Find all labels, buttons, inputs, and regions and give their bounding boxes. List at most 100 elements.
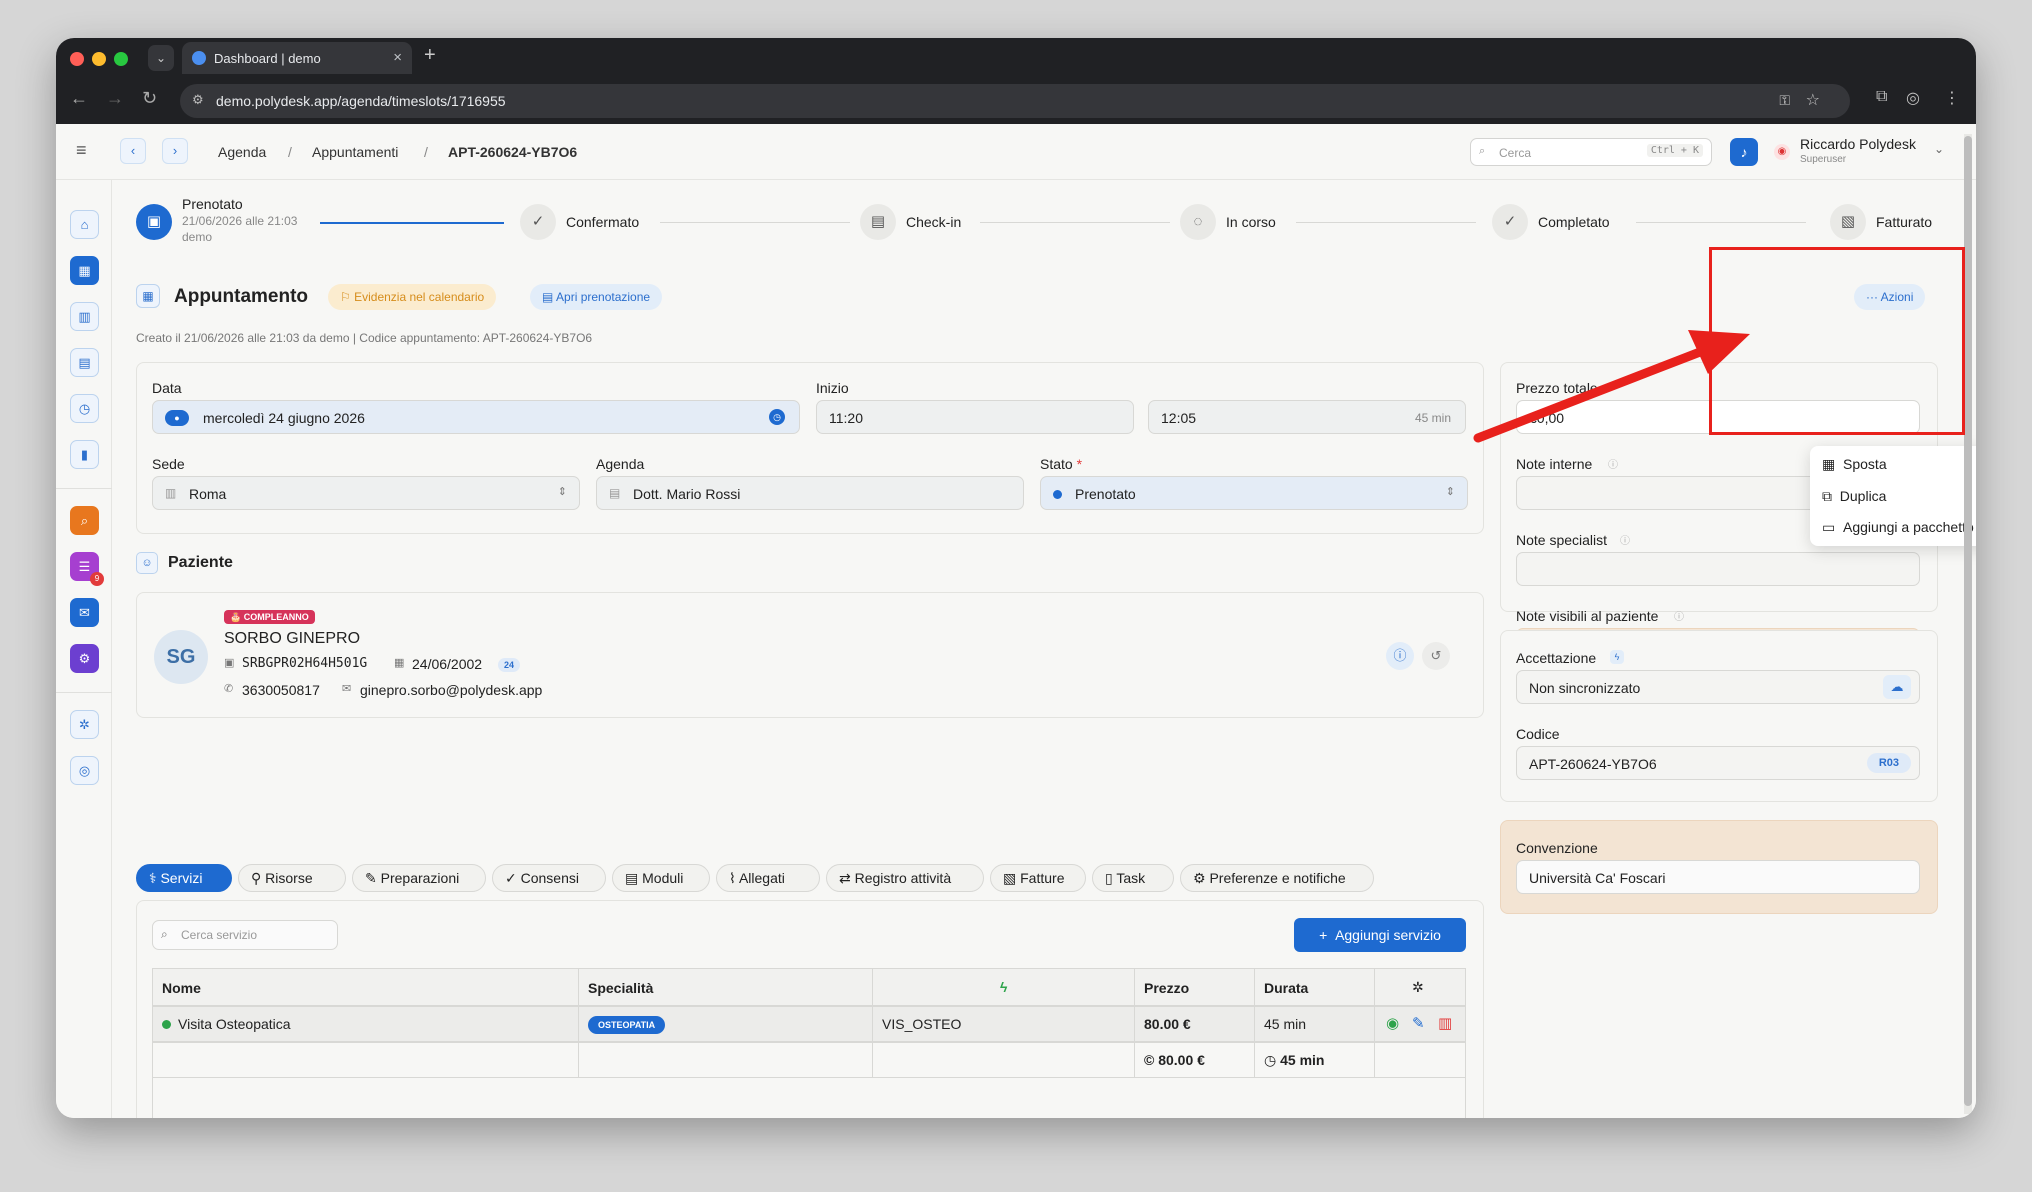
scrollbar-thumb[interactable]: [1964, 136, 1972, 1106]
service-search-input[interactable]: ⌕ Cerca servizio: [152, 920, 338, 950]
sidebar-chart-icon[interactable]: ▮: [70, 440, 99, 469]
user-role: Superuser: [1800, 154, 1847, 165]
back-icon[interactable]: ←: [70, 88, 88, 109]
breadcrumb-agenda[interactable]: Agenda: [218, 144, 266, 160]
patient-name[interactable]: SORBO GINEPRO: [224, 630, 360, 648]
column-specialty-header[interactable]: Specialità: [588, 980, 653, 996]
profile-icon[interactable]: ◎: [1906, 88, 1920, 108]
scrollbar[interactable]: [1964, 134, 1972, 1114]
minimize-window-button[interactable]: [92, 52, 106, 66]
forward-icon[interactable]: →: [106, 88, 124, 109]
bookmark-star-icon[interactable]: ☆: [1806, 90, 1820, 110]
tab-invoices[interactable]: ▧ Fatture: [990, 864, 1086, 892]
step-in-progress-icon[interactable]: ◌: [1180, 204, 1216, 240]
tab-label: Consensi: [520, 870, 579, 886]
code-field[interactable]: APT-260624-YB7O6 R03: [1516, 746, 1920, 780]
patient-history-button[interactable]: ↺: [1422, 642, 1450, 670]
step-completed-icon[interactable]: ✓: [1492, 204, 1528, 240]
sidebar-home-icon[interactable]: ⌂: [70, 210, 99, 239]
phone-icon: ✆: [224, 683, 234, 695]
tab-preparations[interactable]: ✎ Preparazioni: [352, 864, 486, 892]
global-search-input[interactable]: ⌕ Cerca Ctrl + K: [1470, 138, 1712, 166]
nav-forward-button[interactable]: ›: [162, 138, 188, 164]
sidebar-help-icon[interactable]: ◎: [70, 756, 99, 785]
columns-settings-icon[interactable]: ✲: [1412, 979, 1424, 996]
column-price-header[interactable]: Prezzo: [1144, 980, 1189, 996]
sidebar-calendar-settings-icon[interactable]: ⚙: [70, 644, 99, 673]
menu-item-add-package[interactable]: ▭ Aggiungi a pacchetto: [1822, 519, 1974, 536]
acceptance-field[interactable]: Non sincronizzato ☁: [1516, 670, 1920, 704]
start-time-field[interactable]: 11:20: [816, 400, 1134, 434]
sync-icon[interactable]: ☁: [1883, 675, 1911, 699]
sidebar-divider: [56, 488, 112, 489]
tab-search-icon[interactable]: ⌄: [148, 45, 174, 71]
extensions-icon[interactable]: ⧉: [1876, 88, 1887, 106]
password-key-icon[interactable]: ⚿: [1779, 92, 1790, 109]
patient-email[interactable]: ginepro.sorbo@polydesk.app: [360, 682, 542, 698]
breadcrumb-appointments[interactable]: Appuntamenti: [312, 144, 398, 160]
more-menu-icon[interactable]: ⋮: [1944, 88, 1960, 108]
tab-preferences[interactable]: ⚙ Preferenze e notifiche: [1180, 864, 1374, 892]
date-field[interactable]: ● mercoledì 24 giugno 2026 ◷: [152, 400, 800, 434]
site-select[interactable]: ▥ Roma ⇕: [152, 476, 580, 510]
sidebar-book-icon[interactable]: ▥: [70, 302, 99, 331]
status-select[interactable]: Prenotato ⇕: [1040, 476, 1468, 510]
open-booking-button[interactable]: ▤ Apri prenotazione: [530, 284, 663, 310]
sidebar-calendar-icon[interactable]: ▦: [70, 256, 99, 285]
step-invoiced-icon[interactable]: ▧: [1830, 204, 1866, 240]
search-placeholder: Cerca: [1499, 146, 1532, 160]
close-window-button[interactable]: [70, 52, 84, 66]
sidebar-gear-icon[interactable]: ✲: [70, 710, 99, 739]
maximize-window-button[interactable]: [114, 52, 128, 66]
column-duration-header[interactable]: Durata: [1264, 980, 1308, 996]
sidebar-list-icon[interactable]: ▤: [70, 348, 99, 377]
highlight-calendar-label: Evidenzia nel calendario: [354, 290, 485, 304]
menu-item-duplicate[interactable]: ⧉ Duplica: [1822, 488, 1886, 505]
close-tab-icon[interactable]: ×: [393, 49, 402, 66]
sidebar-search-icon[interactable]: ⌕: [70, 506, 99, 535]
patient-phone[interactable]: 3630050817: [242, 682, 320, 698]
column-divider: [872, 968, 873, 1078]
specialist-notes-field[interactable]: [1516, 552, 1920, 586]
trash-icon[interactable]: ▥: [1438, 1014, 1452, 1032]
tab-task[interactable]: ▯ Task: [1092, 864, 1174, 892]
address-bar[interactable]: ⚙ demo.polydesk.app/agenda/timeslots/171…: [180, 84, 1850, 118]
tab-services[interactable]: ⚕ Servizi: [136, 864, 232, 892]
code-label: Codice: [1516, 726, 1560, 742]
step-booked-icon[interactable]: ▣: [136, 204, 172, 240]
site-settings-icon[interactable]: ⚙: [192, 92, 204, 108]
agenda-field[interactable]: ▤ Dott. Mario Rossi: [596, 476, 1024, 510]
highlight-calendar-button[interactable]: ⚐ Evidenzia nel calendario: [328, 284, 497, 310]
browser-tab[interactable]: Dashboard | demo ×: [182, 42, 412, 74]
chevron-down-icon[interactable]: ⌄: [1934, 142, 1944, 156]
end-time-field[interactable]: 12:05 45 min: [1148, 400, 1466, 434]
hamburger-menu-icon[interactable]: ≡: [76, 140, 87, 161]
notifications-bell-icon[interactable]: ♪: [1730, 138, 1758, 166]
column-name-header[interactable]: Nome: [162, 980, 201, 996]
tab-attachments[interactable]: ⌇ Allegati: [716, 864, 820, 892]
user-name[interactable]: Riccardo Polydesk: [1800, 136, 1916, 152]
column-divider: [1134, 968, 1135, 1078]
edit-icon[interactable]: ✎: [1412, 1014, 1425, 1032]
eye-icon[interactable]: ◉: [1386, 1014, 1399, 1032]
menu-item-move[interactable]: ▦ Sposta: [1822, 456, 1887, 473]
tab-activity-log[interactable]: ⇄ Registro attività: [826, 864, 984, 892]
add-service-button[interactable]: + Aggiungi servizio: [1294, 918, 1466, 952]
tab-forms[interactable]: ▤ Moduli: [612, 864, 710, 892]
nav-back-button[interactable]: ‹: [120, 138, 146, 164]
sidebar-schedule-icon[interactable]: ◷: [70, 394, 99, 423]
start-label: Inizio: [816, 380, 849, 396]
specialty-badge: OSTEOPATIA: [588, 1016, 666, 1034]
tab-consents[interactable]: ✓ Consensi: [492, 864, 606, 892]
step-checkin-icon[interactable]: ▤: [860, 204, 896, 240]
sidebar-chat-icon[interactable]: ✉: [70, 598, 99, 627]
step-confirmed-icon[interactable]: ✓: [520, 204, 556, 240]
tab-resources[interactable]: ⚲ Risorse: [238, 864, 346, 892]
date-toggle-icon[interactable]: ●: [165, 410, 189, 426]
avatar[interactable]: ◉: [1774, 144, 1790, 160]
new-tab-icon[interactable]: +: [424, 44, 436, 67]
convention-field[interactable]: Università Ca' Foscari: [1516, 860, 1920, 894]
reload-icon[interactable]: ↻: [142, 88, 157, 109]
patient-info-button[interactable]: ⓘ: [1386, 642, 1414, 670]
clock-icon[interactable]: ◷: [769, 409, 785, 425]
